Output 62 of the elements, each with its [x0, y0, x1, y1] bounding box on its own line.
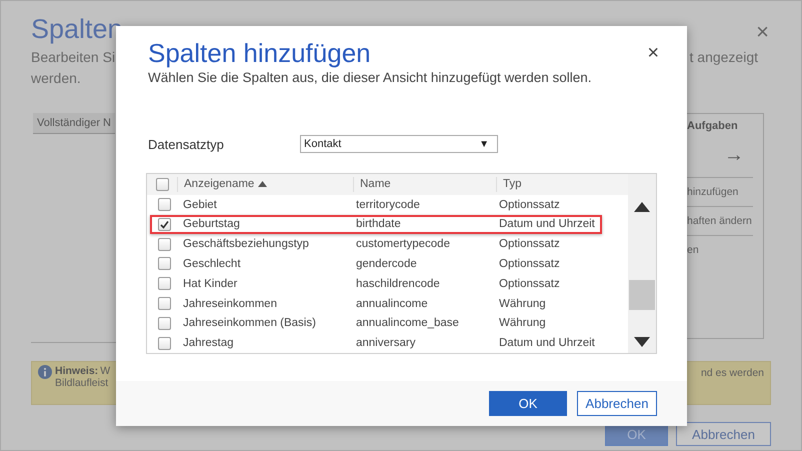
table-cell-text: Datum und Uhrzeit — [498, 218, 596, 230]
description-text: werden. — [31, 69, 82, 88]
arrow-icon[interactable]: → — [724, 144, 744, 167]
table-cell-text: birthdate — [355, 218, 402, 230]
table-cell-text: Währung — [498, 317, 547, 330]
notice-label: Hinweis: — [55, 365, 98, 377]
checkbox[interactable] — [158, 218, 171, 231]
record-type-dropdown[interactable]: Kontakt ▼ — [300, 135, 498, 153]
table-cell-text: Jahreseinkommen (Basis) — [182, 317, 317, 330]
table-cell-text: Gebiet — [182, 198, 218, 211]
table-cell-text: customertypecode — [355, 238, 451, 250]
table-cell-text: Optionssatz — [498, 258, 561, 270]
table-cell-text: Datum und Uhrzeit — [498, 337, 596, 350]
scroll-thumb[interactable] — [629, 280, 655, 310]
column-header[interactable]: Name — [353, 176, 496, 192]
table-cell-text: Geschlecht — [182, 258, 242, 270]
table-cell-text: Optionssatz — [498, 198, 561, 211]
checkbox[interactable] — [158, 297, 171, 310]
table-cell-text: Jahreseinkommen — [182, 298, 278, 310]
field-label: Datensatztyp — [148, 136, 225, 152]
column-header[interactable]: Typ — [496, 176, 626, 192]
notice-text: nd es werden — [700, 367, 764, 381]
dialog-title: Spalten hinzufügen — [148, 37, 372, 70]
table-cell-text: Geburtstag — [182, 218, 241, 230]
checkbox[interactable] — [158, 238, 171, 251]
table-cell-text: haschildrencode — [355, 278, 441, 290]
checkbox[interactable] — [158, 257, 171, 270]
scrollbar[interactable] — [628, 174, 656, 353]
notice-text: W — [100, 365, 110, 377]
column-header[interactable]: Vollständiger N — [33, 113, 115, 134]
table-cell-text: Optionssatz — [498, 278, 561, 290]
checkbox[interactable] — [156, 178, 168, 191]
close-button[interactable]: × — [647, 42, 659, 65]
notice-text: Bildlaufleist — [55, 377, 110, 389]
table-cell-text: Hat Kinder — [182, 278, 238, 290]
sort-ascending-icon — [258, 181, 268, 188]
table-cell-text: anniversary — [355, 337, 416, 350]
info-icon — [38, 365, 52, 379]
cancel-button[interactable]: Abbrechen — [676, 422, 771, 446]
table-cell-text: annualincome — [355, 298, 429, 310]
checkbox[interactable] — [158, 277, 171, 290]
ok-button[interactable]: OK — [489, 391, 567, 416]
checkmark-icon — [160, 220, 169, 229]
table-cell-text: annualincome_base — [355, 317, 460, 330]
dialog-subtitle: Wählen Sie die Spalten aus, die dieser Ansicht hinzugefügt werden sollen. — [148, 70, 592, 85]
description-text: Bearbeiten Si — [31, 48, 116, 67]
table-cell-text: Jahrestag — [182, 337, 235, 350]
checkbox[interactable] — [158, 316, 171, 330]
close-icon[interactable]: × — [756, 19, 769, 45]
cancel-button[interactable]: Abbrechen — [577, 391, 657, 416]
column-header[interactable]: Anzeigename — [177, 176, 353, 192]
table-cell-text: Geschäftsbeziehungstyp — [182, 238, 310, 250]
table-cell-text: Optionssatz — [498, 238, 561, 250]
table-cell-text: territorycode — [355, 198, 421, 211]
description-text: t angezeigt — [690, 48, 758, 67]
table-cell-text: Währung — [498, 298, 547, 310]
scroll-up-icon[interactable] — [634, 202, 650, 212]
checkbox[interactable] — [158, 198, 171, 212]
scroll-down-icon[interactable] — [634, 337, 650, 347]
table-cell-text: gendercode — [355, 258, 418, 270]
checkbox[interactable] — [158, 336, 171, 350]
panel-heading: Aufgaben — [686, 119, 738, 132]
